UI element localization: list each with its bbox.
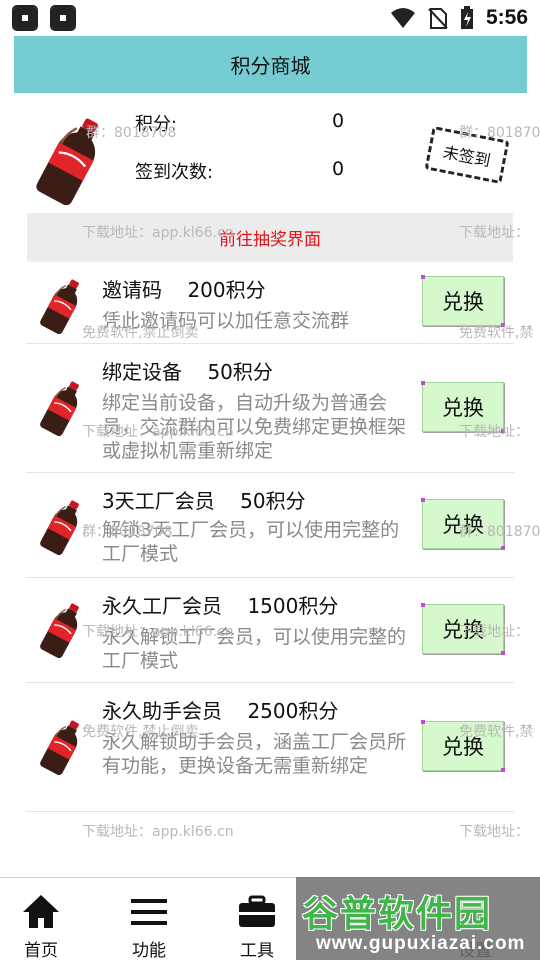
item-points: 200积分 bbox=[187, 278, 266, 302]
clock: 5:56 bbox=[485, 6, 528, 29]
points-label: 积分: bbox=[135, 114, 178, 135]
list-item: 永久助手会员 2500积分 永久解锁助手会员，涵盖工厂会员所有功能，更换设备无需… bbox=[26, 683, 514, 812]
item-points: 50积分 bbox=[240, 489, 306, 513]
item-title: 邀请码 200积分 bbox=[102, 274, 266, 303]
watermark: 下载地址：app.kl66.cn bbox=[82, 824, 234, 840]
wifi-icon bbox=[390, 8, 415, 28]
site-logo-title: 谷普软件园 bbox=[302, 894, 493, 935]
lottery-link[interactable]: 前往抽奖界面 bbox=[27, 213, 513, 262]
item-description: 绑定当前设备，自动升级为普通会员，交流群内可以免费绑定更换框架或虚拟机需重新绑定 bbox=[102, 392, 407, 462]
item-name: 邀请码 bbox=[102, 278, 162, 302]
score-panel: 积分: 0 签到次数: 0 未签到 bbox=[0, 93, 540, 213]
nav-home[interactable]: 首页 bbox=[0, 878, 86, 960]
redeem-button[interactable]: 兑换 bbox=[421, 275, 505, 327]
list-item: 3天工厂会员 50积分 解锁3天工厂会员，可以使用完整的工厂模式 兑换 bbox=[26, 473, 514, 578]
item-name: 3天工厂会员 bbox=[102, 489, 215, 513]
lottery-label: 前往抽奖界面 bbox=[219, 230, 321, 250]
item-description: 永久解锁助手会员，涵盖工厂会员所有功能，更换设备无需重新绑定 bbox=[102, 731, 407, 777]
item-description: 解锁3天工厂会员，可以使用完整的工厂模式 bbox=[102, 519, 400, 565]
checkin-count-label: 签到次数: bbox=[135, 162, 214, 183]
toolbox-icon bbox=[239, 895, 275, 927]
watermark: 下载地址： bbox=[459, 824, 529, 840]
page-header: 积分商城 bbox=[14, 36, 527, 93]
nav-features[interactable]: 功能 bbox=[104, 878, 194, 960]
points-value: 0 bbox=[332, 110, 345, 132]
item-points: 50积分 bbox=[207, 360, 273, 384]
nav-tools-label: 工具 bbox=[240, 941, 274, 960]
list-item: 绑定设备 50积分 绑定当前设备，自动升级为普通会员，交流群内可以免费绑定更换框… bbox=[26, 344, 514, 473]
page-title: 积分商城 bbox=[230, 54, 311, 78]
nav-home-label: 首页 bbox=[24, 941, 58, 960]
notification-icon bbox=[12, 5, 38, 31]
item-name: 永久助手会员 bbox=[102, 699, 222, 723]
item-title: 永久助手会员 2500积分 bbox=[102, 695, 338, 724]
redeem-button[interactable]: 兑换 bbox=[421, 720, 505, 772]
cola-bottle-icon bbox=[40, 600, 84, 658]
site-logo-url: www.gupuxiazai.com bbox=[316, 933, 526, 954]
no-sim-icon bbox=[428, 8, 448, 29]
list-item: 邀请码 200积分 凭此邀请码可以加任意交流群 兑换 bbox=[26, 262, 514, 344]
item-title: 3天工厂会员 50积分 bbox=[102, 485, 306, 514]
checkin-count-value: 0 bbox=[332, 158, 345, 180]
item-points: 2500积分 bbox=[247, 699, 339, 723]
cola-bottle-icon bbox=[40, 276, 84, 334]
site-watermark-logo: 谷普软件园 www.gupuxiazai.com bbox=[296, 877, 540, 960]
cola-bottle-icon bbox=[34, 113, 108, 205]
battery-charging-icon bbox=[460, 6, 473, 29]
redeem-button[interactable]: 兑换 bbox=[421, 381, 505, 433]
checkin-stamp[interactable]: 未签到 bbox=[424, 125, 510, 185]
item-name: 永久工厂会员 bbox=[102, 594, 222, 618]
redeem-button[interactable]: 兑换 bbox=[421, 603, 505, 655]
item-points: 1500积分 bbox=[247, 594, 339, 618]
item-title: 永久工厂会员 1500积分 bbox=[102, 590, 338, 619]
notification-icon bbox=[50, 5, 76, 31]
cola-bottle-icon bbox=[40, 717, 84, 775]
cola-bottle-icon bbox=[40, 497, 84, 555]
item-name: 绑定设备 bbox=[102, 360, 182, 384]
redeem-button[interactable]: 兑换 bbox=[421, 498, 505, 550]
nav-features-label: 功能 bbox=[132, 941, 166, 960]
item-description: 永久解锁工厂会员，可以使用完整的工厂模式 bbox=[102, 626, 407, 672]
cola-bottle-icon bbox=[40, 378, 84, 436]
item-description: 凭此邀请码可以加任意交流群 bbox=[102, 310, 350, 332]
list-item: 永久工厂会员 1500积分 永久解锁工厂会员，可以使用完整的工厂模式 兑换 bbox=[26, 578, 514, 683]
nav-tools[interactable]: 工具 bbox=[212, 878, 302, 960]
item-title: 绑定设备 50积分 bbox=[102, 356, 273, 385]
status-bar: 5:56 bbox=[0, 0, 540, 36]
menu-icon bbox=[131, 899, 167, 925]
home-icon bbox=[23, 895, 59, 928]
